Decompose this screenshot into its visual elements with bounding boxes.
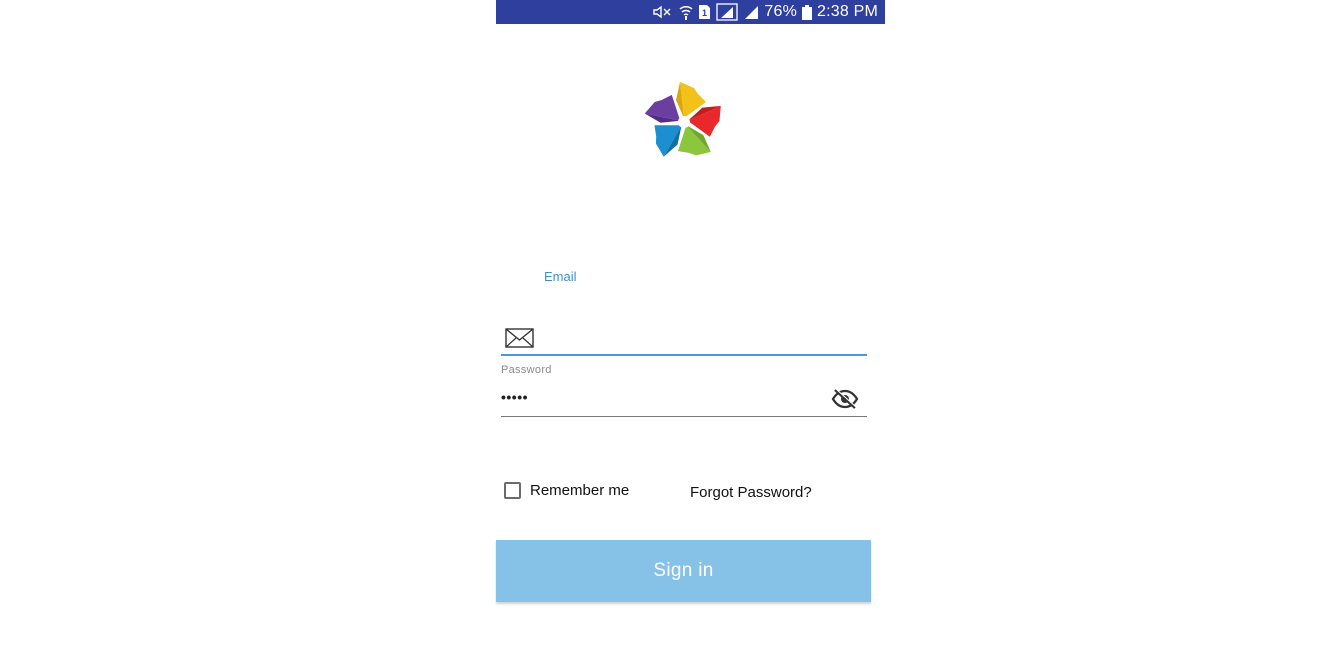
clock: 2:38 PM bbox=[817, 3, 878, 20]
battery-icon bbox=[802, 4, 812, 20]
forgot-password-link[interactable]: Forgot Password? bbox=[690, 484, 812, 501]
status-bar: 1 76% 2:38 PM bbox=[496, 0, 885, 24]
password-label: Password bbox=[501, 364, 552, 376]
sign-in-button[interactable]: Sign in bbox=[496, 540, 871, 602]
pinwheel-logo bbox=[634, 75, 734, 167]
sim-icon: 1 bbox=[698, 4, 711, 20]
remember-me[interactable]: Remember me bbox=[504, 482, 629, 499]
eye-off-icon[interactable] bbox=[831, 387, 859, 411]
remember-me-label: Remember me bbox=[530, 482, 630, 499]
remember-me-checkbox[interactable] bbox=[504, 482, 521, 499]
password-field[interactable]: ••••• bbox=[501, 384, 867, 417]
mail-icon bbox=[505, 328, 534, 348]
signal-icon bbox=[716, 3, 739, 21]
battery-percent: 76% bbox=[764, 3, 797, 20]
email-label: Email bbox=[544, 269, 577, 284]
mute-icon bbox=[652, 4, 674, 20]
wifi-icon bbox=[679, 4, 693, 20]
svg-text:1: 1 bbox=[702, 8, 707, 18]
login-screen: 1 76% 2:38 PM Email Password ••••• Remem… bbox=[496, 0, 885, 658]
email-field[interactable] bbox=[501, 320, 867, 356]
password-value: ••••• bbox=[501, 389, 529, 405]
signal-icon bbox=[743, 4, 759, 20]
